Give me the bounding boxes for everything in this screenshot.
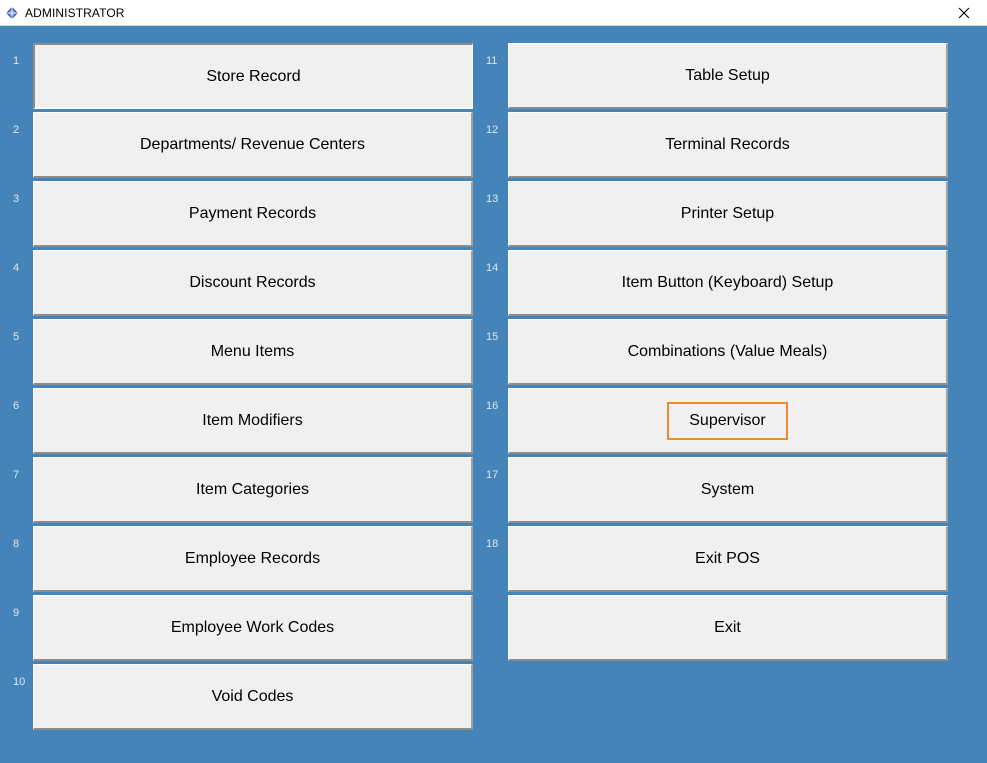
discount-records-button[interactable]: Discount Records [33, 250, 473, 316]
button-number-13: 13 [486, 193, 499, 205]
button-label: Exit POS [695, 549, 760, 567]
button-label: Item Modifiers [202, 411, 303, 429]
title-bar[interactable]: ADMINISTRATOR [0, 0, 987, 26]
app-logo-icon [6, 7, 18, 19]
button-number-7: 7 [13, 469, 20, 481]
departments-revenue-centers-button[interactable]: Departments/ Revenue Centers [33, 112, 473, 178]
button-label: Item Categories [196, 480, 309, 498]
button-label: Terminal Records [665, 135, 790, 153]
button-label: Printer Setup [680, 204, 775, 222]
button-number-3: 3 [13, 193, 20, 205]
item-modifiers-button[interactable]: Item Modifiers [33, 388, 473, 454]
close-button[interactable] [941, 0, 987, 25]
exit-pos-button[interactable]: Exit POS [508, 526, 948, 592]
button-number-9: 9 [13, 607, 20, 619]
button-label: Void Codes [211, 687, 294, 705]
item-button-keyboard-setup-button[interactable]: Item Button (Keyboard) Setup [508, 250, 948, 316]
button-number-8: 8 [13, 538, 20, 550]
button-number-17: 17 [486, 469, 499, 481]
button-label: Employee Records [184, 549, 321, 567]
menu-items-button[interactable]: Menu Items [33, 319, 473, 385]
button-number-6: 6 [13, 400, 20, 412]
button-label: Departments/ Revenue Centers [140, 135, 365, 153]
void-codes-button[interactable]: Void Codes [33, 664, 473, 730]
button-label: Payment Records [188, 204, 317, 222]
terminal-records-button[interactable]: Terminal Records [508, 112, 948, 178]
button-number-1: 1 [13, 55, 20, 67]
button-number-2: 2 [13, 124, 20, 136]
window-title: ADMINISTRATOR [25, 6, 125, 20]
employee-records-button[interactable]: Employee Records [33, 526, 473, 592]
employee-work-codes-button[interactable]: Employee Work Codes [33, 595, 473, 661]
button-number-15: 15 [486, 331, 499, 343]
button-label: Discount Records [189, 273, 316, 291]
combinations-value-meals-button[interactable]: Combinations (Value Meals) [508, 319, 948, 385]
store-record-button[interactable]: Store Record [33, 43, 473, 109]
administrator-window: ADMINISTRATOR 1 Store Record 2 Departments/… [0, 0, 987, 763]
payment-records-button[interactable]: Payment Records [33, 181, 473, 247]
system-button[interactable]: System [508, 457, 948, 523]
button-label: Combinations (Value Meals) [627, 342, 828, 360]
button-number-14: 14 [486, 262, 499, 274]
close-icon [958, 7, 970, 19]
button-label: Menu Items [210, 342, 295, 360]
supervisor-button[interactable]: Supervisor [508, 388, 948, 454]
button-number-4: 4 [13, 262, 20, 274]
button-number-12: 12 [486, 124, 499, 136]
button-label: System [700, 480, 755, 498]
button-label: Supervisor [667, 401, 788, 440]
button-number-18: 18 [486, 538, 499, 550]
item-categories-button[interactable]: Item Categories [33, 457, 473, 523]
button-label: Exit [714, 618, 741, 636]
button-number-11: 11 [486, 55, 498, 67]
printer-setup-button[interactable]: Printer Setup [508, 181, 948, 247]
button-label: Store Record [206, 67, 301, 85]
button-label: Employee Work Codes [170, 618, 335, 636]
button-number-5: 5 [13, 331, 20, 343]
table-setup-button[interactable]: Table Setup [508, 43, 948, 109]
button-label: Table Setup [685, 66, 770, 84]
button-label: Item Button (Keyboard) Setup [621, 273, 834, 291]
button-number-16: 16 [486, 400, 499, 412]
exit-button[interactable]: Exit [508, 595, 948, 661]
button-number-10: 10 [13, 676, 26, 688]
